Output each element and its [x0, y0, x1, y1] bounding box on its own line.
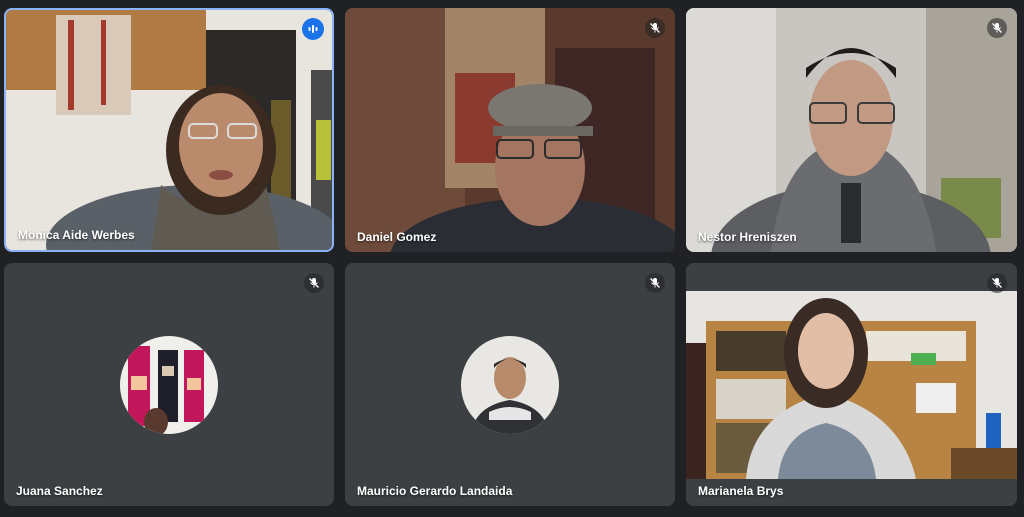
participant-name: Nestor Hreniszen [698, 230, 797, 244]
participant-name: Marianela Brys [698, 484, 784, 498]
video-feed-monica [6, 10, 332, 250]
video-feed-daniel [345, 8, 675, 252]
participant-tile-mauricio[interactable]: Mauricio Gerardo Landaida [345, 263, 675, 506]
participant-name: Monica Aide Werbes [18, 228, 135, 242]
participant-name: Daniel Gomez [357, 230, 437, 244]
mic-off-icon [987, 273, 1007, 293]
audio-level-icon [302, 18, 324, 40]
participant-tile-daniel[interactable]: Daniel Gomez [345, 8, 675, 252]
meeting-grid: Monica Aide Werbes Daniel Gomez Nestor H… [0, 0, 1024, 517]
mic-off-icon [645, 273, 665, 293]
mic-off-icon [304, 273, 324, 293]
avatar [120, 335, 218, 434]
mic-off-icon [987, 18, 1007, 38]
participant-tile-juana[interactable]: Juana Sanchez [4, 263, 334, 506]
video-feed-marianela [686, 263, 1017, 506]
participant-tile-monica[interactable]: Monica Aide Werbes [4, 8, 334, 252]
participant-tile-marianela[interactable]: Marianela Brys [686, 263, 1017, 506]
mic-off-icon [645, 18, 665, 38]
participant-name: Mauricio Gerardo Landaida [357, 484, 513, 498]
participant-tile-nestor[interactable]: Nestor Hreniszen [686, 8, 1017, 252]
participant-name: Juana Sanchez [16, 484, 103, 498]
video-feed-nestor [686, 8, 1017, 252]
avatar [461, 335, 559, 434]
